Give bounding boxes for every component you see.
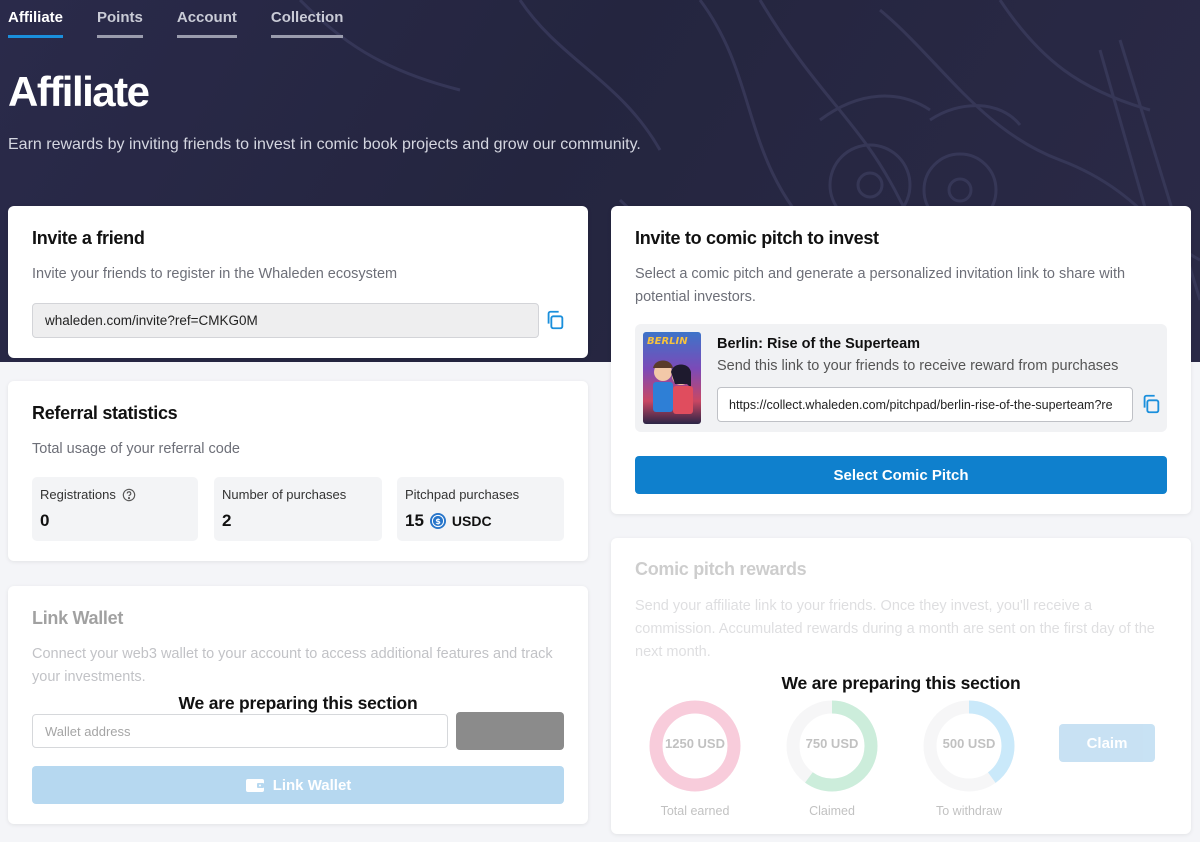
to-withdraw-value: 500 USD <box>942 736 996 751</box>
rewards-overlay: We are preparing this section <box>781 673 1021 693</box>
claimed-label: Claimed <box>809 804 855 818</box>
invite-friend-description: Invite your friends to register in the W… <box>32 266 398 282</box>
pitch-link-text: https://collect.whaleden.com/pitchpad/be… <box>729 397 1113 412</box>
page-title: Affiliate <box>8 68 150 115</box>
comic-pitch-title: Invite to comic pitch to invest <box>635 228 879 248</box>
referral-link-field[interactable]: whaleden.com/invite?ref=CMKG0M <box>32 303 539 338</box>
copy-icon[interactable] <box>1140 393 1162 415</box>
link-wallet-label: Link Wallet <box>272 776 352 794</box>
referral-link-text: whaleden.com/invite?ref=CMKG0M <box>45 313 258 328</box>
wallet-address-placeholder: Wallet address <box>45 723 131 739</box>
stat-registrations-label: Registrations <box>40 487 116 502</box>
tab-points[interactable]: Points <box>97 0 143 38</box>
link-wallet-card: Link Wallet Connect your web3 wallet to … <box>8 586 588 824</box>
rewards-title: Comic pitch rewards <box>635 559 807 579</box>
stat-pitchpad-label: Pitchpad purchases <box>405 487 520 502</box>
to-withdraw-ring: 500 USD To withdraw <box>919 698 1019 818</box>
pitch-link-field[interactable]: https://collect.whaleden.com/pitchpad/be… <box>717 387 1133 422</box>
total-earned-value: 1250 USD <box>665 736 725 751</box>
page-subtitle: Earn rewards by inviting friends to inve… <box>8 136 641 153</box>
stat-registrations-value: 0 <box>40 511 50 530</box>
invite-friend-title: Invite a friend <box>32 228 145 248</box>
referral-title: Referral statistics <box>32 403 178 423</box>
pitch-description: Send this link to your friends to receiv… <box>717 358 1119 374</box>
usdc-icon: $ <box>429 513 446 529</box>
comic-pitch-rewards-card: Comic pitch rewards Send your affiliate … <box>611 538 1191 834</box>
link-wallet-overlay: We are preparing this section <box>178 693 418 713</box>
help-icon[interactable] <box>122 488 136 502</box>
wallet-address-input[interactable]: Wallet address <box>32 714 448 748</box>
referral-description: Total usage of your referral code <box>32 441 240 457</box>
to-withdraw-label: To withdraw <box>936 804 1002 818</box>
wallet-placeholder-block <box>456 712 564 750</box>
referral-statistics-card: Referral statistics Total usage of your … <box>8 381 588 561</box>
tab-affiliate[interactable]: Affiliate <box>8 0 64 38</box>
stat-pitchpad-unit: USDC <box>451 513 492 529</box>
comic-pitch-description: Select a comic pitch and generate a pers… <box>635 266 1126 305</box>
stat-purchases: Number of purchases 2 <box>214 477 382 541</box>
invite-friend-card: Invite a friend Invite your friends to r… <box>8 206 588 358</box>
stat-purchases-value: 2 <box>222 511 232 530</box>
tab-account[interactable]: Account <box>176 0 237 38</box>
stat-registrations: Registrations 0 <box>32 477 198 541</box>
claimed-ring: 750 USD Claimed <box>782 698 882 818</box>
wallet-icon <box>245 779 264 792</box>
link-wallet-description: Connect your web3 wallet to your account… <box>32 646 553 685</box>
link-wallet-title: Link Wallet <box>32 608 124 628</box>
link-wallet-button[interactable]: Link Wallet <box>32 766 564 804</box>
claimed-value: 750 USD <box>805 736 859 751</box>
total-earned-ring: 1250 USD Total earned <box>645 698 745 818</box>
svg-text:$: $ <box>435 517 441 526</box>
pitch-cover-image: BERLIN <box>643 332 701 424</box>
stat-purchases-label: Number of purchases <box>222 487 347 502</box>
copy-icon[interactable] <box>544 309 566 331</box>
stat-pitchpad-value: 15 <box>405 511 424 530</box>
comic-pitch-invite-card: Invite to comic pitch to invest Select a… <box>611 206 1191 514</box>
tab-collection[interactable]: Collection <box>270 0 344 38</box>
stat-pitchpad: Pitchpad purchases 15 $ USDC <box>397 477 564 541</box>
total-earned-label: Total earned <box>660 804 730 818</box>
top-tabs: Affiliate Points Account Collection <box>8 0 344 38</box>
selected-pitch: BERLIN Berlin: Rise of the Superteam Sen… <box>635 324 1167 432</box>
rewards-description: Send your affiliate link to your friends… <box>635 598 1155 660</box>
select-comic-pitch-button[interactable]: Select Comic Pitch <box>635 456 1167 494</box>
pitch-title: Berlin: Rise of the Superteam <box>717 336 921 352</box>
claim-button[interactable]: Claim <box>1059 724 1155 762</box>
